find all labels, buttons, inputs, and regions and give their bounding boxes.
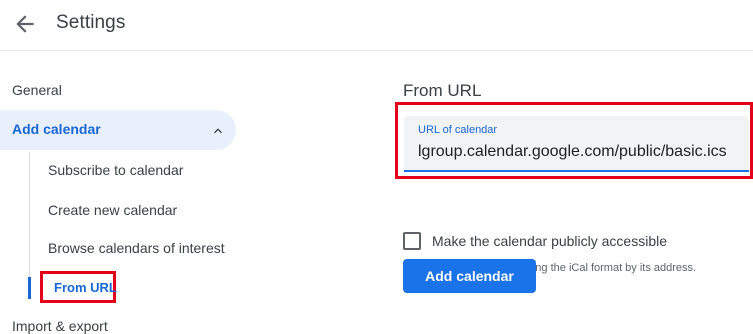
url-input[interactable] (418, 141, 743, 163)
sidebar-item-import-export[interactable]: Import & export (12, 318, 108, 334)
settings-header: Settings (0, 0, 753, 51)
sidebar-item-general[interactable]: General (12, 82, 62, 98)
page-title: Settings (56, 12, 126, 33)
url-field-label: URL of calendar (418, 124, 498, 136)
sidebar-item-add-calendar[interactable]: Add calendar (0, 110, 236, 150)
sidebar-item-browse-calendars[interactable]: Browse calendars of interest (48, 240, 225, 256)
url-field[interactable]: URL of calendar (404, 116, 749, 172)
sidebar-item-subscribe-to-calendar[interactable]: Subscribe to calendar (48, 162, 183, 178)
sidebar-item-create-new-calendar[interactable]: Create new calendar (48, 202, 177, 218)
public-checkbox-label: Make the calendar publicly accessible (432, 233, 668, 249)
active-indicator-bar (28, 277, 31, 299)
highlight-box-from-url: From URL (40, 271, 117, 303)
arrow-left-icon[interactable] (12, 11, 38, 37)
chevron-up-icon[interactable] (210, 123, 226, 139)
public-checkbox[interactable] (403, 232, 421, 250)
add-calendar-button[interactable]: Add calendar (403, 259, 536, 293)
sidebar-item-label: Add calendar (12, 121, 101, 137)
section-title: From URL (403, 81, 482, 100)
sidebar-item-from-url[interactable]: From URL (54, 280, 117, 295)
